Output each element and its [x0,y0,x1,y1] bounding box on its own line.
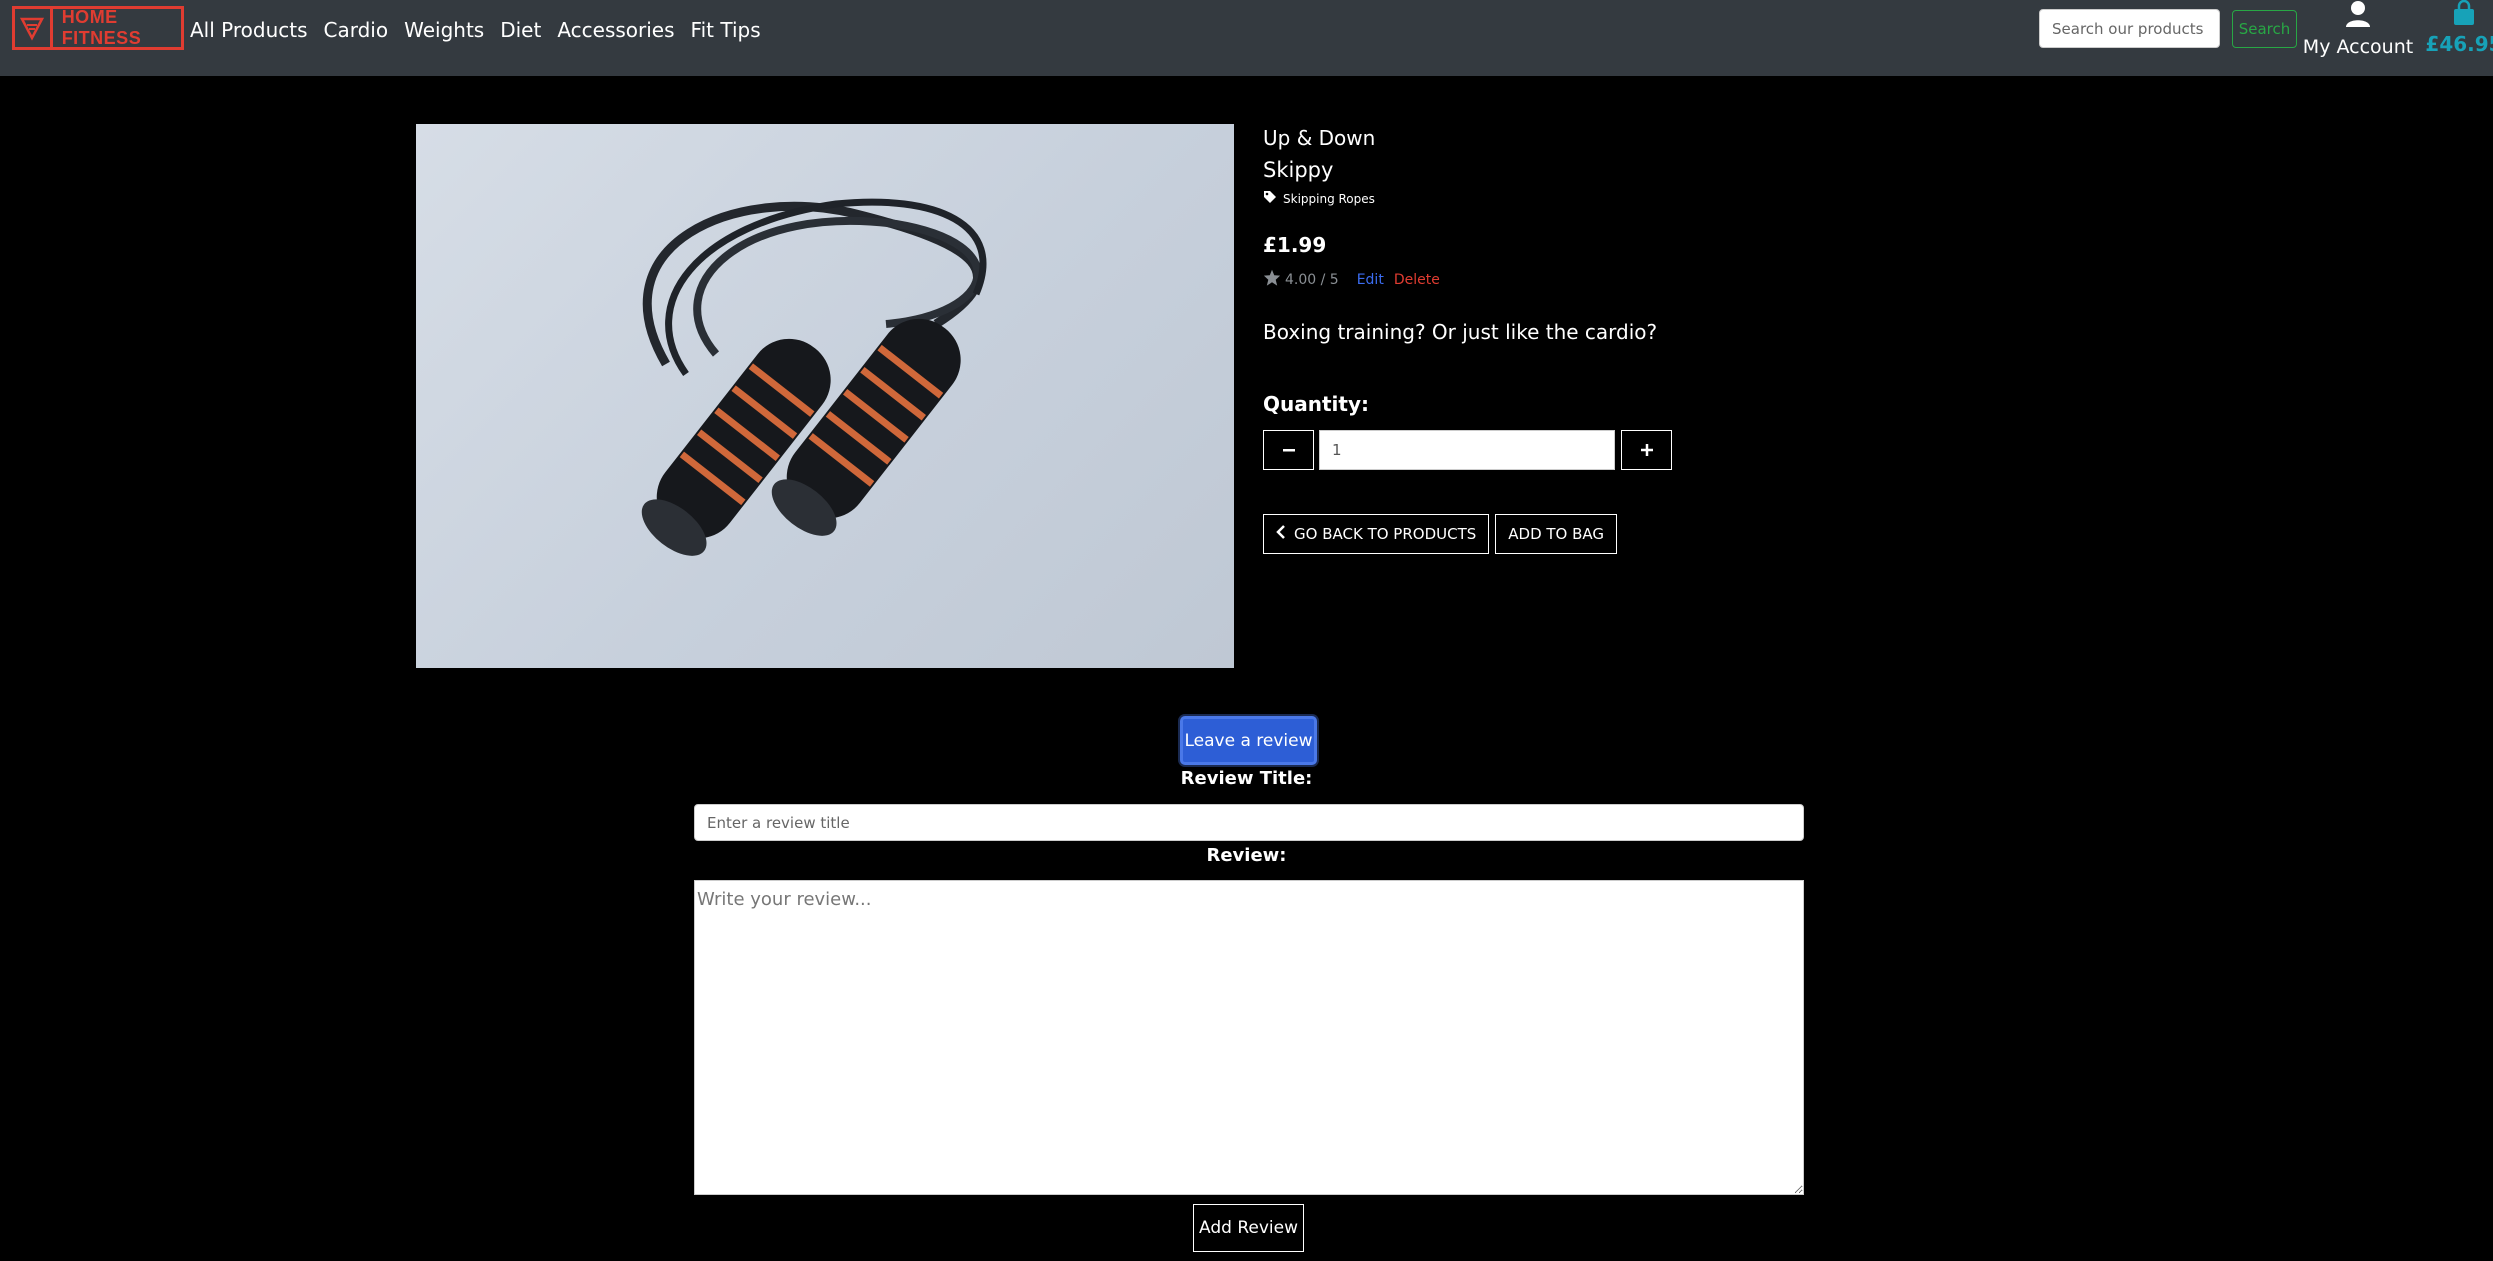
star-icon [1263,269,1281,290]
home-fitness-logo[interactable]: HOME FITNESS [12,6,184,50]
nav-accessories[interactable]: Accessories [557,18,674,42]
user-icon [2345,0,2371,32]
nav-weights[interactable]: Weights [404,18,484,42]
product-actions: GO BACK TO PRODUCTS ADD TO BAG [1263,514,1618,554]
tag-icon [1263,190,1277,207]
nav-cardio[interactable]: Cardio [324,18,389,42]
product-image [416,124,1234,668]
go-back-to-products-button[interactable]: GO BACK TO PRODUCTS [1263,514,1490,554]
product-price: £1.99 [1263,233,1327,257]
plus-icon [1640,438,1654,463]
chevron-left-icon [1276,525,1286,543]
product-name: Up & Down [1263,126,1376,150]
add-review-button[interactable]: Add Review [1193,1204,1304,1252]
review-title-input[interactable] [694,804,1804,841]
decrement-quantity-button[interactable] [1263,430,1314,470]
main-nav: All Products Cardio Weights Diet Accesso… [190,18,777,42]
nav-diet[interactable]: Diet [500,18,541,42]
nav-all-products[interactable]: All Products [190,18,308,42]
go-back-label: GO BACK TO PRODUCTS [1294,525,1477,543]
shopping-bag-icon [2452,0,2476,30]
bag-total: £46.95 [2425,32,2493,56]
product-rating: 4.00 / 5 Edit Delete [1263,269,1963,290]
product-details: Up & Down Skippy Skipping Ropes £1.99 4.… [1263,126,1963,554]
logo-text: HOME FITNESS [61,7,142,48]
add-to-bag-button[interactable]: ADD TO BAG [1495,514,1618,554]
product-description: Boxing training? Or just like the cardio… [1263,320,1658,344]
quantity-input[interactable]: 1 [1319,430,1615,470]
review-label: Review: [1206,845,1287,866]
nav-fit-tips[interactable]: Fit Tips [691,18,761,42]
delete-product-link[interactable]: Delete [1394,272,1440,288]
top-navbar: HOME FITNESS All Products Cardio Weights… [0,0,2493,76]
review-title-label: Review Title: [1180,768,1313,789]
shopping-bag-link[interactable]: £46.95 [2425,0,2493,66]
quantity-label: Quantity: [1263,392,1369,416]
search-input[interactable] [2039,9,2220,48]
leave-review-button[interactable]: Leave a review [1180,716,1317,765]
minus-icon [1282,438,1296,463]
review-textarea[interactable] [694,880,1804,1195]
quantity-stepper: 1 [1263,430,1963,472]
category-label: Skipping Ropes [1283,191,1375,206]
edit-product-link[interactable]: Edit [1357,272,1384,288]
account-label: My Account [2302,36,2414,58]
product-name-secondary: Skippy [1263,158,1334,182]
my-account-link[interactable]: My Account [2303,0,2413,66]
product-category[interactable]: Skipping Ropes [1263,190,1963,207]
increment-quantity-button[interactable] [1621,430,1672,470]
dumbbell-logo-icon [15,9,53,47]
rating-text: 4.00 / 5 [1285,271,1339,288]
search-button[interactable]: Search [2232,10,2297,48]
